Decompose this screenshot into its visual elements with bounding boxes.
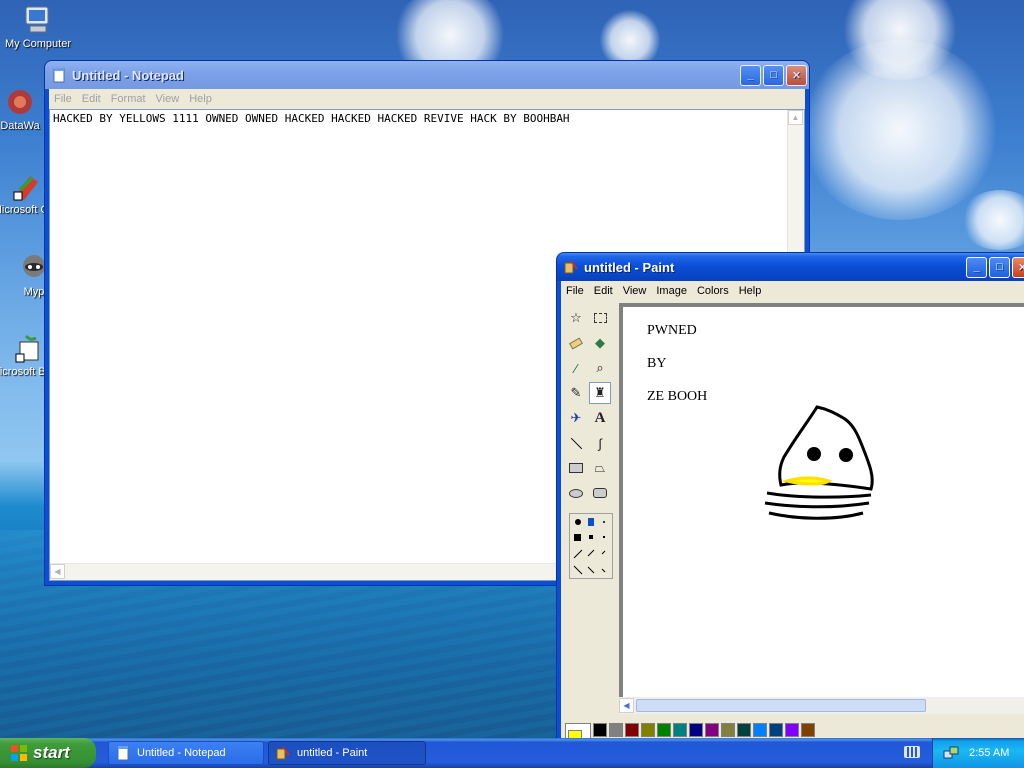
system-tray: 2:55 AM (932, 738, 1024, 768)
clock[interactable]: 2:55 AM (969, 747, 1009, 759)
palette-swatch[interactable] (769, 723, 783, 737)
notepad-title: Untitled - Notepad (72, 67, 184, 83)
paint-icon (276, 746, 290, 760)
brush-tool-icon[interactable]: ♜ (589, 382, 611, 404)
menu-format[interactable]: Format (106, 93, 151, 105)
palette-swatch[interactable] (737, 723, 751, 737)
menu-help[interactable]: Help (184, 93, 217, 105)
fill-tool-icon[interactable]: ◆ (589, 332, 611, 354)
minimize-button[interactable]: _ (966, 256, 987, 278)
desktop-icon-my-computer[interactable]: My Computer (0, 4, 76, 51)
notepad-icon (53, 68, 65, 83)
palette-swatch[interactable] (785, 723, 799, 737)
close-button[interactable]: ✕ (786, 64, 807, 86)
menu-help[interactable]: Help (734, 285, 767, 297)
menu-file[interactable]: File (561, 285, 589, 297)
paint-window[interactable]: untitled - Paint _ □ ✕ File Edit View Im… (556, 252, 1024, 752)
canvas-text-pwned: PWNED (647, 323, 697, 338)
canvas-area: PWNED BY ZE BOOH (619, 303, 1024, 697)
menu-view[interactable]: View (618, 285, 652, 297)
palette-swatch[interactable] (673, 723, 687, 737)
start-button[interactable]: start (0, 738, 96, 768)
canvas-horizontal-scrollbar[interactable]: ◀ (619, 697, 1024, 714)
palette-swatch[interactable] (721, 723, 735, 737)
rectangle-tool-icon[interactable] (565, 457, 587, 479)
paint-titlebar[interactable]: untitled - Paint _ □ ✕ (557, 253, 1024, 281)
free-select-tool-icon[interactable]: ☆ (565, 307, 587, 329)
windows-flag-icon (11, 745, 27, 761)
menu-edit[interactable]: Edit (589, 285, 618, 297)
maximize-button[interactable]: □ (763, 64, 784, 86)
paint-menubar: File Edit View Image Colors Help (561, 281, 1024, 301)
msvc-icon (13, 176, 38, 201)
palette-swatch[interactable] (753, 723, 767, 737)
palette-swatch[interactable] (641, 723, 655, 737)
paint-toolbox: ☆ ◆ ⁄ ⌕ ✎ ♜ ✈ A ∫ ⏢ (563, 303, 617, 733)
menu-colors[interactable]: Colors (692, 285, 734, 297)
menu-view[interactable]: View (151, 93, 185, 105)
paint-title: untitled - Paint (584, 259, 675, 275)
airbrush-tool-icon[interactable]: ✈ (565, 407, 587, 429)
ghost-doodle (764, 405, 874, 520)
brush-options[interactable] (569, 513, 613, 579)
taskbar: start Untitled - Notepad untitled - Pain… (0, 738, 1024, 768)
notepad-icon (117, 746, 129, 761)
drawing-canvas[interactable]: PWNED BY ZE BOOH (623, 307, 1024, 697)
notepad-titlebar[interactable]: Untitled - Notepad _ □ ✕ (45, 61, 809, 89)
menu-image[interactable]: Image (651, 285, 692, 297)
canvas-text-by: BY (647, 356, 667, 371)
palette-swatch[interactable] (801, 723, 815, 737)
palette-swatch[interactable] (593, 723, 607, 737)
close-button[interactable]: ✕ (1012, 256, 1024, 278)
pencil-tool-icon[interactable]: ✎ (565, 382, 587, 404)
datawa-icon (8, 90, 32, 114)
notepad-menubar: File Edit Format View Help (49, 89, 805, 109)
eraser-tool-icon[interactable] (565, 332, 587, 354)
canvas-text-ze-booh: ZE BOOH (647, 389, 708, 404)
ellipse-tool-icon[interactable] (565, 482, 587, 504)
palette-swatch[interactable] (625, 723, 639, 737)
paint-icon (564, 260, 578, 274)
keyboard-icon[interactable] (904, 746, 920, 758)
notepad-content: HACKED BY YELLOWS 1111 OWNED OWNED HACKE… (53, 112, 570, 125)
palette-swatch[interactable] (609, 723, 623, 737)
scroll-left-arrow[interactable]: ◀ (50, 564, 65, 579)
menu-edit[interactable]: Edit (77, 93, 106, 105)
palette-swatch[interactable] (689, 723, 703, 737)
magnifier-tool-icon[interactable]: ⌕ (589, 357, 611, 379)
color-picker-tool-icon[interactable]: ⁄ (565, 357, 587, 379)
taskbar-button-notepad[interactable]: Untitled - Notepad (108, 741, 264, 765)
line-tool-icon[interactable] (565, 432, 587, 454)
brush-shapes-icon (573, 518, 606, 575)
desktop-icon-label: My Computer (4, 38, 72, 50)
taskbar-button-paint[interactable]: untitled - Paint (268, 741, 426, 765)
scroll-up-arrow[interactable]: ▲ (788, 110, 803, 125)
network-icon[interactable] (943, 745, 959, 761)
text-tool-icon[interactable]: A (589, 407, 611, 429)
scroll-thumb[interactable] (636, 699, 926, 712)
msbasic-icon (15, 334, 39, 363)
curve-tool-icon[interactable]: ∫ (589, 432, 611, 454)
palette-swatch[interactable] (657, 723, 671, 737)
palette-swatch[interactable] (705, 723, 719, 737)
rect-select-tool-icon[interactable] (589, 307, 611, 329)
minimize-button[interactable]: _ (740, 64, 761, 86)
start-label: start (33, 743, 70, 762)
maximize-button[interactable]: □ (989, 256, 1010, 278)
task-label: Untitled - Notepad (137, 747, 226, 759)
rounded-rect-tool-icon[interactable] (589, 482, 611, 504)
my-computer-icon (25, 6, 49, 33)
polygon-tool-icon[interactable]: ⏢ (589, 457, 611, 479)
task-label: untitled - Paint (297, 747, 368, 759)
scroll-left-arrow[interactable]: ◀ (619, 698, 634, 713)
menu-file[interactable]: File (49, 93, 77, 105)
